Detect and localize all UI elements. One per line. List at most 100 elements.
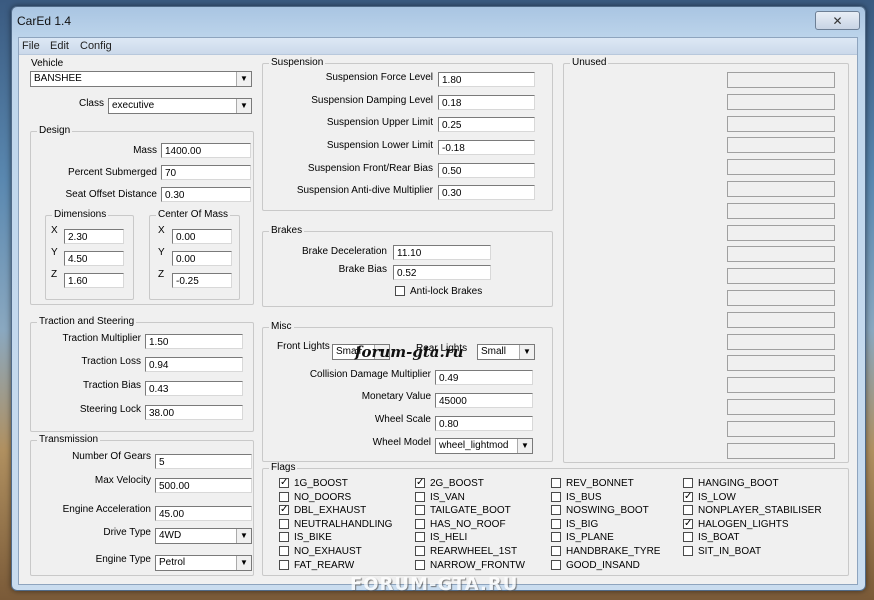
suspension-title: Suspension xyxy=(269,57,326,69)
mass-label: Mass xyxy=(133,145,157,156)
collision-damage-field[interactable]: 0.49 xyxy=(435,370,533,385)
checkbox-box[interactable] xyxy=(279,546,289,556)
steering-lock-field[interactable]: 38.00 xyxy=(145,405,243,420)
engine-acceleration-field[interactable]: 45.00 xyxy=(155,506,252,521)
checkbox-box[interactable] xyxy=(415,505,425,516)
chevron-down-icon[interactable]: ▼ xyxy=(236,99,251,113)
susp-antidive-label: Suspension Anti-dive Multiplier xyxy=(296,185,433,196)
com-x-field[interactable]: 0.00 xyxy=(172,229,232,244)
brake-bias-field[interactable]: 0.52 xyxy=(393,265,491,280)
wheel-scale-field[interactable]: 0.80 xyxy=(435,416,533,431)
checkbox-box[interactable] xyxy=(683,505,693,516)
watermark-bottom: FORUM-GTA.RU xyxy=(350,574,519,595)
flag-label: IS_BOAT xyxy=(698,532,740,544)
unused-slot xyxy=(727,115,835,132)
anti-lock-brakes-label: Anti-lock Brakes xyxy=(410,286,483,297)
checkbox-box[interactable]: ✓ xyxy=(279,505,289,516)
collision-damage-label: Collision Damage Multiplier xyxy=(309,369,431,380)
brake-deceleration-field[interactable]: 11.10 xyxy=(393,245,491,260)
checkbox-box[interactable] xyxy=(551,505,561,516)
checkbox-box[interactable] xyxy=(683,546,693,556)
traction-multiplier-field[interactable]: 1.50 xyxy=(145,334,243,349)
engine-type-label: Engine Type xyxy=(95,554,151,565)
susp-force-label: Suspension Force Level xyxy=(325,72,433,83)
checkbox-box[interactable] xyxy=(415,518,425,529)
checkbox-box[interactable] xyxy=(551,559,561,570)
checkbox-box[interactable] xyxy=(415,491,425,502)
com-y-field[interactable]: 0.00 xyxy=(172,251,232,266)
chevron-down-icon[interactable]: ▼ xyxy=(519,345,534,359)
dimension-x-field[interactable]: 2.30 xyxy=(64,229,124,244)
class-select[interactable]: executive ▼ xyxy=(108,98,252,114)
wheel-model-select[interactable]: wheel_lightmod ▼ xyxy=(435,438,533,454)
close-button[interactable]: ✕ xyxy=(815,11,860,30)
unused-slot xyxy=(727,290,835,306)
misc-title: Misc xyxy=(269,321,294,333)
flag-label: NEUTRALHANDLING xyxy=(294,518,393,530)
chevron-down-icon[interactable]: ▼ xyxy=(236,529,251,543)
vehicle-label: Vehicle xyxy=(31,58,64,69)
mass-field[interactable]: 1400.00 xyxy=(161,143,251,158)
checkbox-box[interactable]: ✓ xyxy=(683,490,693,502)
brakes-title: Brakes xyxy=(269,225,305,237)
traction-title: Traction and Steering xyxy=(37,316,137,328)
checkbox-box[interactable] xyxy=(683,532,693,543)
close-icon[interactable]: ✕ xyxy=(832,14,842,28)
traction-bias-field[interactable]: 0.43 xyxy=(145,381,243,396)
monetary-value-field[interactable]: 45000 xyxy=(435,393,533,408)
checkbox-box[interactable]: ✓ xyxy=(683,518,693,529)
dimension-y-field[interactable]: 4.50 xyxy=(64,251,124,266)
checkbox-box[interactable] xyxy=(551,491,561,502)
checkbox-box[interactable] xyxy=(279,491,289,502)
chevron-down-icon[interactable]: ▼ xyxy=(236,72,251,86)
checkbox-box[interactable]: ✓ xyxy=(415,478,425,488)
drive-type-select[interactable]: 4WD ▼ xyxy=(155,528,252,544)
susp-antidive-field[interactable]: 0.30 xyxy=(438,185,535,200)
checkbox-box[interactable] xyxy=(279,532,289,543)
traction-loss-field[interactable]: 0.94 xyxy=(145,357,243,372)
max-velocity-field[interactable]: 500.00 xyxy=(155,478,252,493)
checkbox-box[interactable] xyxy=(683,478,693,488)
vehicle-select-value: BANSHEE xyxy=(34,73,82,84)
flag-label: NARROW_FRONTW xyxy=(430,559,525,571)
checkbox-box[interactable] xyxy=(395,286,405,296)
percent-submerged-field[interactable]: 70 xyxy=(161,165,251,180)
flag-label: IS_HELI xyxy=(430,532,468,544)
flag-label: NOSWING_BOOT xyxy=(566,505,649,517)
flag-label: TAILGATE_BOOT xyxy=(430,505,511,517)
checkbox-box[interactable] xyxy=(551,478,561,488)
checkbox-box[interactable] xyxy=(415,532,425,543)
dimension-z-field[interactable]: 1.60 xyxy=(64,273,124,288)
susp-bias-field[interactable]: 0.50 xyxy=(438,163,535,178)
com-z-field[interactable]: -0.25 xyxy=(172,273,232,288)
menu-config[interactable]: Config xyxy=(80,40,112,52)
susp-force-field[interactable]: 1.80 xyxy=(438,72,535,87)
susp-lower-field[interactable]: -0.18 xyxy=(438,140,535,155)
engine-type-select[interactable]: Petrol ▼ xyxy=(155,555,252,571)
checkbox-box[interactable] xyxy=(415,546,425,556)
unused-slot xyxy=(727,442,835,459)
menu-edit[interactable]: Edit xyxy=(50,40,69,52)
checkbox-box[interactable] xyxy=(415,559,425,570)
menu-file[interactable]: File xyxy=(22,40,40,52)
flag-label: SIT_IN_BOAT xyxy=(698,546,762,557)
checkbox-box[interactable] xyxy=(551,532,561,543)
chevron-down-icon[interactable]: ▼ xyxy=(517,439,532,453)
seat-offset-field[interactable]: 0.30 xyxy=(161,187,251,202)
checkbox-box[interactable] xyxy=(279,518,289,529)
checkmark-icon: ✓ xyxy=(684,490,693,502)
checkbox-box[interactable] xyxy=(551,518,561,529)
rear-lights-select[interactable]: Small ▼ xyxy=(477,344,535,360)
engine-acceleration-label: Engine Acceleration xyxy=(62,504,151,515)
gears-field[interactable]: 5 xyxy=(155,454,252,469)
chevron-down-icon[interactable]: ▼ xyxy=(236,556,251,570)
vehicle-select[interactable]: BANSHEE ▼ xyxy=(30,71,252,87)
checkbox-box[interactable] xyxy=(279,559,289,570)
susp-upper-field[interactable]: 0.25 xyxy=(438,117,535,132)
unused-slot xyxy=(727,181,835,197)
susp-damping-field[interactable]: 0.18 xyxy=(438,95,535,110)
traction-loss-label: Traction Loss xyxy=(81,356,141,367)
checkbox-box[interactable] xyxy=(551,546,561,556)
checkbox-box[interactable]: ✓ xyxy=(279,478,289,488)
engine-type-value: Petrol xyxy=(159,557,186,568)
